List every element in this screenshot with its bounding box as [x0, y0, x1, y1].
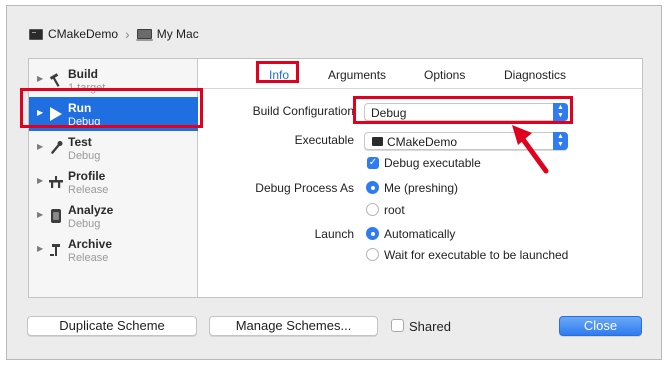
tab-options[interactable]: Options [424, 68, 465, 82]
sidebar-item-subtitle: Debug [68, 150, 101, 162]
launch-automatically-label: Automatically [384, 227, 456, 241]
disclosure-triangle-icon[interactable]: ▶ [37, 142, 43, 151]
debug-executable-checkbox[interactable]: ✓ [367, 157, 379, 169]
breadcrumb-scheme[interactable]: CMakeDemo [48, 27, 118, 41]
disclosure-triangle-icon[interactable]: ▶ [37, 108, 43, 117]
build-configuration-popup[interactable]: Debug ▲ ▼ [364, 103, 568, 121]
caliper-icon [48, 173, 64, 190]
sidebar-item-subtitle: Debug [68, 116, 101, 128]
sidebar-item-title: Analyze [68, 203, 114, 217]
debug-as-me-radio[interactable] [366, 181, 379, 194]
sidebar-item-subtitle: Debug [68, 218, 101, 230]
tab-diagnostics[interactable]: Diagnostics [504, 68, 566, 82]
scheme-editor-window: CMakeDemo › My Mac ▶ Build 1 target ▶ Ru… [6, 5, 662, 360]
sidebar-item-run[interactable]: ▶ Run Debug [29, 97, 198, 131]
debug-as-root-label: root [384, 203, 405, 217]
sidebar-item-title: Build [68, 67, 98, 81]
manage-schemes-button[interactable]: Manage Schemes... [209, 316, 378, 336]
sidebar-item-archive[interactable]: ▶ Archive Release [29, 233, 198, 267]
sidebar-item-subtitle: Release [68, 252, 109, 264]
terminal-icon [372, 137, 383, 146]
disclosure-triangle-icon[interactable]: ▶ [37, 244, 43, 253]
laptop-icon [135, 29, 153, 41]
debug-process-as-label: Debug Process As [255, 181, 354, 195]
executable-label: Executable [294, 133, 354, 147]
run-info-pane: Info Arguments Options Diagnostics Build… [199, 59, 643, 297]
sidebar-item-test[interactable]: ▶ Test Debug [29, 131, 198, 165]
tab-info[interactable]: Info [269, 68, 289, 82]
sidebar-item-title: Run [68, 101, 92, 115]
sidebar-item-subtitle: 1 target [68, 82, 106, 94]
breadcrumb[interactable]: CMakeDemo › My Mac [29, 26, 199, 42]
up-down-arrows-icon: ▲ ▼ [553, 132, 568, 150]
archive-icon [48, 241, 64, 258]
build-configuration-value: Debug [371, 106, 407, 120]
build-configuration-label: Build Configuration [252, 104, 354, 118]
breadcrumb-destination[interactable]: My Mac [157, 27, 199, 41]
disclosure-triangle-icon[interactable]: ▶ [37, 210, 43, 219]
sidebar-item-analyze[interactable]: ▶ Analyze Debug [29, 199, 198, 233]
sidebar-item-subtitle: Release [68, 184, 109, 196]
annotation-arrow-icon [512, 125, 549, 174]
launch-automatically-radio[interactable] [366, 227, 379, 240]
sidebar-item-title: Profile [68, 169, 106, 183]
disclosure-triangle-icon[interactable]: ▶ [37, 176, 43, 185]
play-icon [48, 105, 64, 122]
chevron-right-icon: › [125, 26, 130, 42]
analyze-icon [48, 207, 64, 224]
sidebar-item-title: Archive [68, 237, 113, 251]
shared-checkbox[interactable] [391, 319, 404, 332]
launch-label: Launch [314, 227, 354, 241]
sidebar-item-title: Test [68, 135, 92, 149]
tab-arguments[interactable]: Arguments [328, 68, 386, 82]
debug-executable-label: Debug executable [384, 156, 481, 170]
sidebar-item-profile[interactable]: ▶ Profile Release [29, 165, 198, 199]
terminal-icon [29, 28, 43, 40]
launch-wait-radio[interactable] [366, 248, 379, 261]
debug-as-root-radio[interactable] [366, 203, 379, 216]
up-down-arrows-icon: ▲ ▼ [553, 103, 568, 121]
executable-value: CMakeDemo [387, 135, 458, 149]
close-button[interactable]: Close [559, 316, 642, 336]
duplicate-scheme-button[interactable]: Duplicate Scheme [27, 316, 197, 336]
launch-wait-label: Wait for executable to be launched [384, 248, 569, 262]
shared-label: Shared [409, 319, 451, 334]
scheme-panel: ▶ Build 1 target ▶ Run Debug ▶ Test Debu… [28, 58, 643, 298]
debug-as-me-label: Me (preshing) [384, 181, 459, 195]
wrench-icon [48, 139, 64, 156]
disclosure-triangle-icon[interactable]: ▶ [37, 74, 43, 83]
action-sidebar: ▶ Build 1 target ▶ Run Debug ▶ Test Debu… [29, 59, 198, 297]
hammer-icon [48, 71, 64, 88]
sidebar-item-build[interactable]: ▶ Build 1 target [29, 63, 198, 97]
tab-bar: Info Arguments Options Diagnostics [199, 59, 643, 89]
